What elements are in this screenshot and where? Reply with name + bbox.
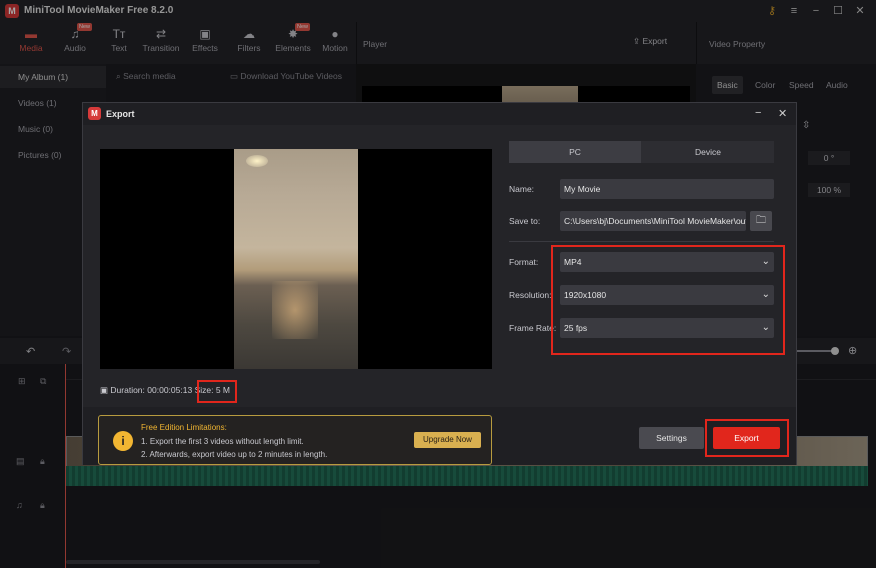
notice-title: Free Edition Limitations: [141,423,227,432]
frame-rate-label: Frame Rate: [509,323,557,333]
tab-pc[interactable]: PC [509,141,641,163]
free-edition-notice: i Free Edition Limitations: 1. Export th… [98,415,492,465]
dialog-header: M Export − ✕ [83,103,796,125]
dialog-footer: i Free Edition Limitations: 1. Export th… [83,407,796,465]
resolution-label: Resolution: [509,290,552,300]
water-glare [272,281,318,339]
divider [509,241,774,242]
upgrade-now-button[interactable]: Upgrade Now [414,432,481,448]
save-to-label: Save to: [509,216,541,226]
tab-device[interactable]: Device [642,141,774,163]
export-dialog: M Export − ✕ ▣ Duration: 00:00:05:13 Siz… [82,102,797,465]
film-icon: ▣ [100,385,111,395]
dialog-logo: M [88,107,101,120]
settings-button[interactable]: Settings [639,427,704,449]
sun-glow [246,155,268,167]
size-highlight [197,380,237,403]
format-label: Format: [509,257,539,267]
folder-icon[interactable]: 🗀︎ [750,211,772,231]
minimize-icon[interactable]: − [755,107,761,119]
notice-line: 2. Afterwards, export video up to 2 minu… [141,450,328,459]
save-to-field[interactable]: C:\Users\bj\Documents\MiniTool MovieMake… [560,211,746,231]
name-label: Name: [509,184,535,194]
notice-line: 1. Export the first 3 videos without len… [141,437,304,446]
name-field[interactable]: My Movie [560,179,774,199]
duration-value: 00:00:05:13 [147,385,193,395]
dialog-title: Export [106,109,135,119]
preview-frame [234,149,358,369]
export-preview [100,149,492,369]
export-target-tabs: PC Device [509,141,774,163]
info-icon: i [113,431,133,451]
close-icon[interactable]: ✕ [778,107,787,120]
settings-highlight [551,245,785,355]
export-highlight [705,419,789,457]
